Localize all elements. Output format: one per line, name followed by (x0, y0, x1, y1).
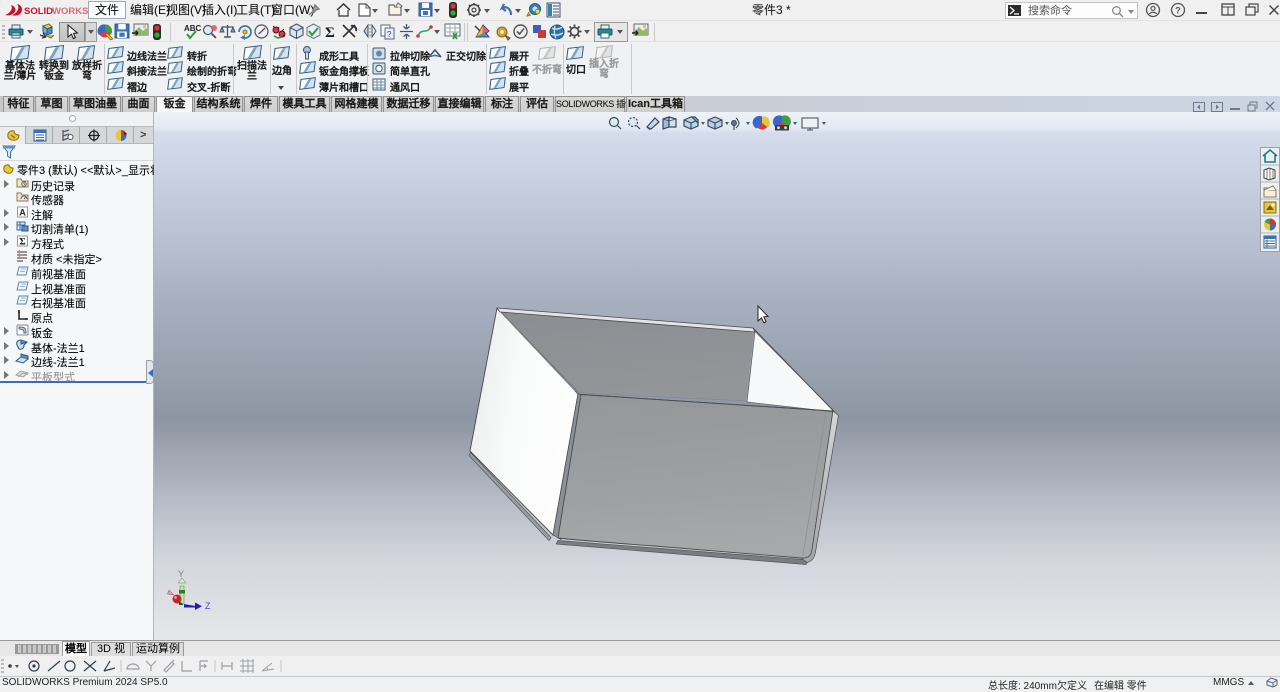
svg-text:?: ? (387, 30, 392, 39)
svg-text:Z: Z (205, 601, 211, 611)
svg-text:SOLID: SOLID (24, 6, 53, 17)
svg-text:A: A (19, 208, 26, 218)
svg-text:?: ? (1175, 6, 1181, 17)
svg-text:Y: Y (178, 569, 184, 579)
svg-text:Σ: Σ (19, 238, 25, 248)
svg-text:ABC: ABC (184, 24, 202, 33)
svg-text:WORKS: WORKS (52, 6, 88, 17)
svg-text:Σ: Σ (325, 25, 335, 40)
